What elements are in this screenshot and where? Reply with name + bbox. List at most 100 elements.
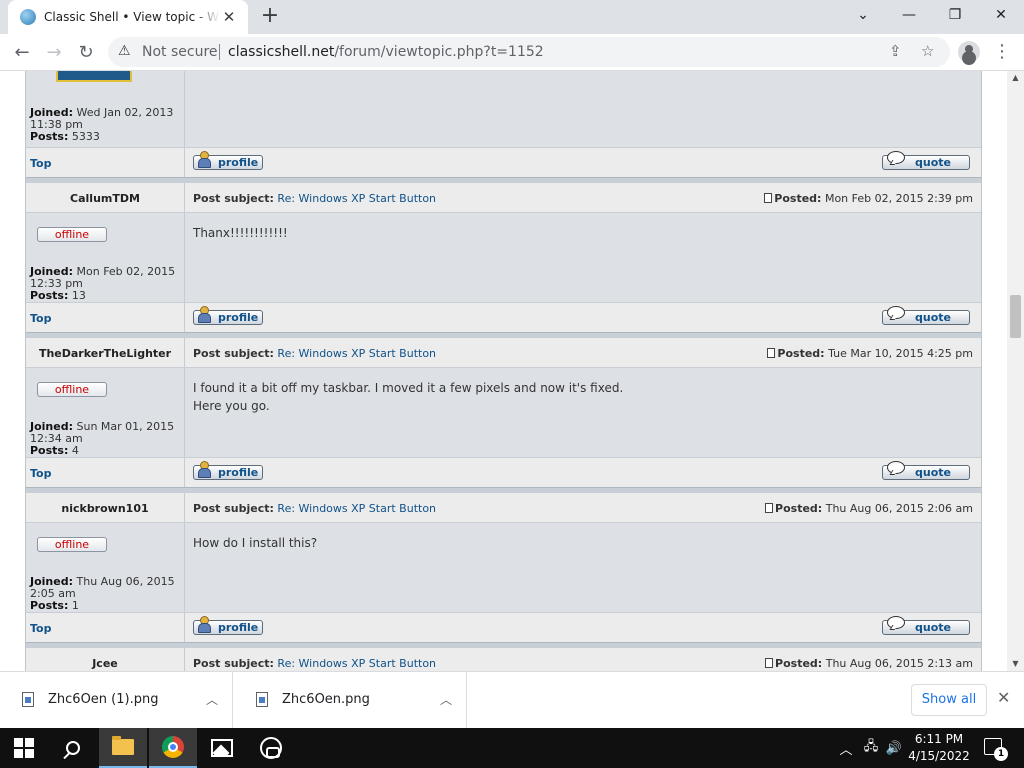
post-footer: Top profile quote bbox=[26, 302, 981, 332]
tray-chevron-icon[interactable]: ︿ bbox=[836, 728, 856, 768]
forward-button[interactable]: → bbox=[40, 39, 68, 67]
speech-bubble-icon bbox=[887, 151, 905, 165]
post-subject-link[interactable]: Re: Windows XP Start Button bbox=[277, 347, 436, 360]
star-icon[interactable]: ☆ bbox=[921, 42, 934, 60]
photos-button[interactable] bbox=[198, 728, 246, 768]
avatar bbox=[56, 71, 132, 82]
post-content: I found it a bit off my taskbar. I moved… bbox=[193, 381, 624, 413]
clock-date: 4/15/2022 bbox=[908, 749, 970, 763]
search-icon bbox=[66, 741, 80, 755]
show-all-button[interactable]: Show all bbox=[911, 684, 987, 716]
post-subject: Post subject: Re: Windows XP Start Butto… bbox=[193, 192, 437, 205]
post-icon[interactable] bbox=[765, 658, 774, 668]
minimize-button[interactable]: — bbox=[886, 0, 932, 30]
scroll-up-arrow-icon[interactable]: ▲ bbox=[1007, 71, 1024, 85]
person-icon bbox=[197, 461, 211, 478]
post-icon[interactable] bbox=[767, 348, 776, 358]
browser-tab[interactable]: Classic Shell • View topic - Windows XP … bbox=[8, 0, 248, 34]
close-window-button[interactable]: ✕ bbox=[978, 0, 1024, 30]
previous-post-body: Joined: Wed Jan 02, 2013 11:38 pm Posts:… bbox=[26, 71, 981, 147]
page-scrollbar[interactable]: ▲ ▼ bbox=[1007, 71, 1024, 671]
post-author[interactable]: TheDarkerTheLighter bbox=[26, 347, 184, 360]
restore-button[interactable]: ❐ bbox=[932, 0, 978, 30]
back-button[interactable]: ← bbox=[8, 39, 36, 67]
top-link[interactable]: Top bbox=[30, 157, 51, 170]
snip-button[interactable] bbox=[247, 728, 295, 768]
tab-search-icon[interactable]: ⌄ bbox=[840, 0, 886, 30]
post-header: nickbrown101 Post subject: Re: Windows X… bbox=[26, 493, 981, 523]
favicon-icon bbox=[20, 9, 36, 25]
post-footer: Top profile quote bbox=[26, 612, 981, 642]
chevron-up-icon[interactable]: ︿ bbox=[206, 691, 218, 708]
snip-icon bbox=[260, 737, 282, 759]
volume-icon[interactable]: 🔊 bbox=[884, 728, 904, 768]
download-filename: Zhc6Oen.png bbox=[282, 692, 370, 707]
quote-button[interactable]: quote bbox=[882, 616, 970, 635]
folder-icon bbox=[112, 736, 134, 755]
post-body: offline Joined: Thu Aug 06, 2015 2:05 am… bbox=[26, 523, 981, 612]
start-button[interactable] bbox=[0, 728, 48, 768]
photos-icon bbox=[211, 739, 233, 757]
new-tab-button[interactable]: + bbox=[257, 4, 283, 30]
omnibox-divider bbox=[219, 44, 220, 60]
status-badge: offline bbox=[37, 227, 107, 242]
post-author[interactable]: CallumTDM bbox=[26, 192, 184, 205]
download-filename: Zhc6Oen (1).png bbox=[48, 692, 159, 707]
url-text[interactable]: classicshell.net/forum/viewtopic.php?t=1… bbox=[228, 44, 544, 60]
quote-button[interactable]: quote bbox=[882, 306, 970, 325]
post-author[interactable]: nickbrown101 bbox=[26, 502, 184, 515]
post-footer: Top profile quote bbox=[26, 147, 981, 177]
search-button[interactable] bbox=[49, 728, 97, 768]
status-badge: offline bbox=[37, 382, 107, 397]
profile-icon[interactable] bbox=[958, 41, 980, 63]
menu-icon[interactable]: ⋮ bbox=[992, 39, 1012, 65]
share-icon[interactable]: ⇪ bbox=[889, 42, 902, 60]
file-explorer-button[interactable] bbox=[99, 728, 147, 768]
speech-bubble-icon bbox=[887, 616, 905, 630]
profile-button[interactable]: profile bbox=[193, 616, 263, 635]
post-subject-link[interactable]: Re: Windows XP Start Button bbox=[277, 502, 436, 515]
speech-bubble-icon bbox=[887, 306, 905, 320]
profile-button[interactable]: profile bbox=[193, 151, 263, 170]
scroll-thumb[interactable] bbox=[1010, 295, 1021, 338]
security-label[interactable]: Not secure bbox=[142, 44, 218, 60]
scroll-down-arrow-icon[interactable]: ▼ bbox=[1007, 657, 1024, 671]
profile-button[interactable]: profile bbox=[193, 461, 263, 480]
top-link[interactable]: Top bbox=[30, 622, 51, 635]
profile-button[interactable]: profile bbox=[193, 306, 263, 325]
address-bar[interactable]: ⚠ Not secure classicshell.net/forum/view… bbox=[108, 37, 950, 67]
windows-logo-icon bbox=[14, 738, 34, 758]
clock-time: 6:11 PM bbox=[914, 732, 964, 746]
post-header: CallumTDM Post subject: Re: Windows XP S… bbox=[26, 183, 981, 213]
post-author[interactable]: Jcee bbox=[26, 657, 184, 670]
reload-button[interactable]: ↻ bbox=[72, 39, 100, 67]
post-body: offline Joined: Mon Feb 02, 2015 12:33 p… bbox=[26, 213, 981, 302]
status-badge: offline bbox=[37, 537, 107, 552]
person-icon bbox=[197, 151, 211, 168]
tab-title: Classic Shell • View topic - Windows XP … bbox=[44, 10, 220, 24]
warning-icon[interactable]: ⚠ bbox=[118, 43, 131, 59]
topic-posts: Joined: Wed Jan 02, 2013 11:38 pm Posts:… bbox=[25, 71, 982, 671]
top-link[interactable]: Top bbox=[30, 312, 51, 325]
top-link[interactable]: Top bbox=[30, 467, 51, 480]
post-footer: Top profile quote bbox=[26, 457, 981, 487]
post-icon[interactable] bbox=[765, 503, 774, 513]
quote-button[interactable]: quote bbox=[882, 151, 970, 170]
close-tab-icon[interactable]: ✕ bbox=[220, 8, 238, 26]
post-icon[interactable] bbox=[764, 193, 773, 203]
post-subject-link[interactable]: Re: Windows XP Start Button bbox=[277, 657, 436, 670]
download-item[interactable]: Zhc6Oen.png ︿ bbox=[234, 672, 467, 729]
windows-taskbar: ︿ 🖧 🔊 6:11 PM 4/15/2022 1 bbox=[0, 728, 1024, 768]
author-meta: Joined: Thu Aug 06, 2015 2:05 am Posts: … bbox=[30, 575, 175, 612]
download-item[interactable]: Zhc6Oen (1).png ︿ bbox=[0, 672, 233, 729]
taskbar-clock[interactable]: 6:11 PM 4/15/2022 bbox=[905, 731, 973, 765]
quote-button[interactable]: quote bbox=[882, 461, 970, 480]
close-icon[interactable]: ✕ bbox=[997, 688, 1010, 707]
post-subject: Post subject: Re: Windows XP Start Butto… bbox=[193, 657, 437, 670]
post-subject-link[interactable]: Re: Windows XP Start Button bbox=[277, 192, 436, 205]
post-date: Posted: Thu Aug 06, 2015 2:13 am bbox=[765, 657, 973, 670]
author-meta: Joined: Sun Mar 01, 2015 12:34 am Posts:… bbox=[30, 420, 175, 457]
network-icon[interactable]: 🖧 bbox=[860, 728, 882, 768]
chevron-up-icon[interactable]: ︿ bbox=[440, 691, 452, 708]
chrome-button[interactable] bbox=[149, 728, 197, 768]
